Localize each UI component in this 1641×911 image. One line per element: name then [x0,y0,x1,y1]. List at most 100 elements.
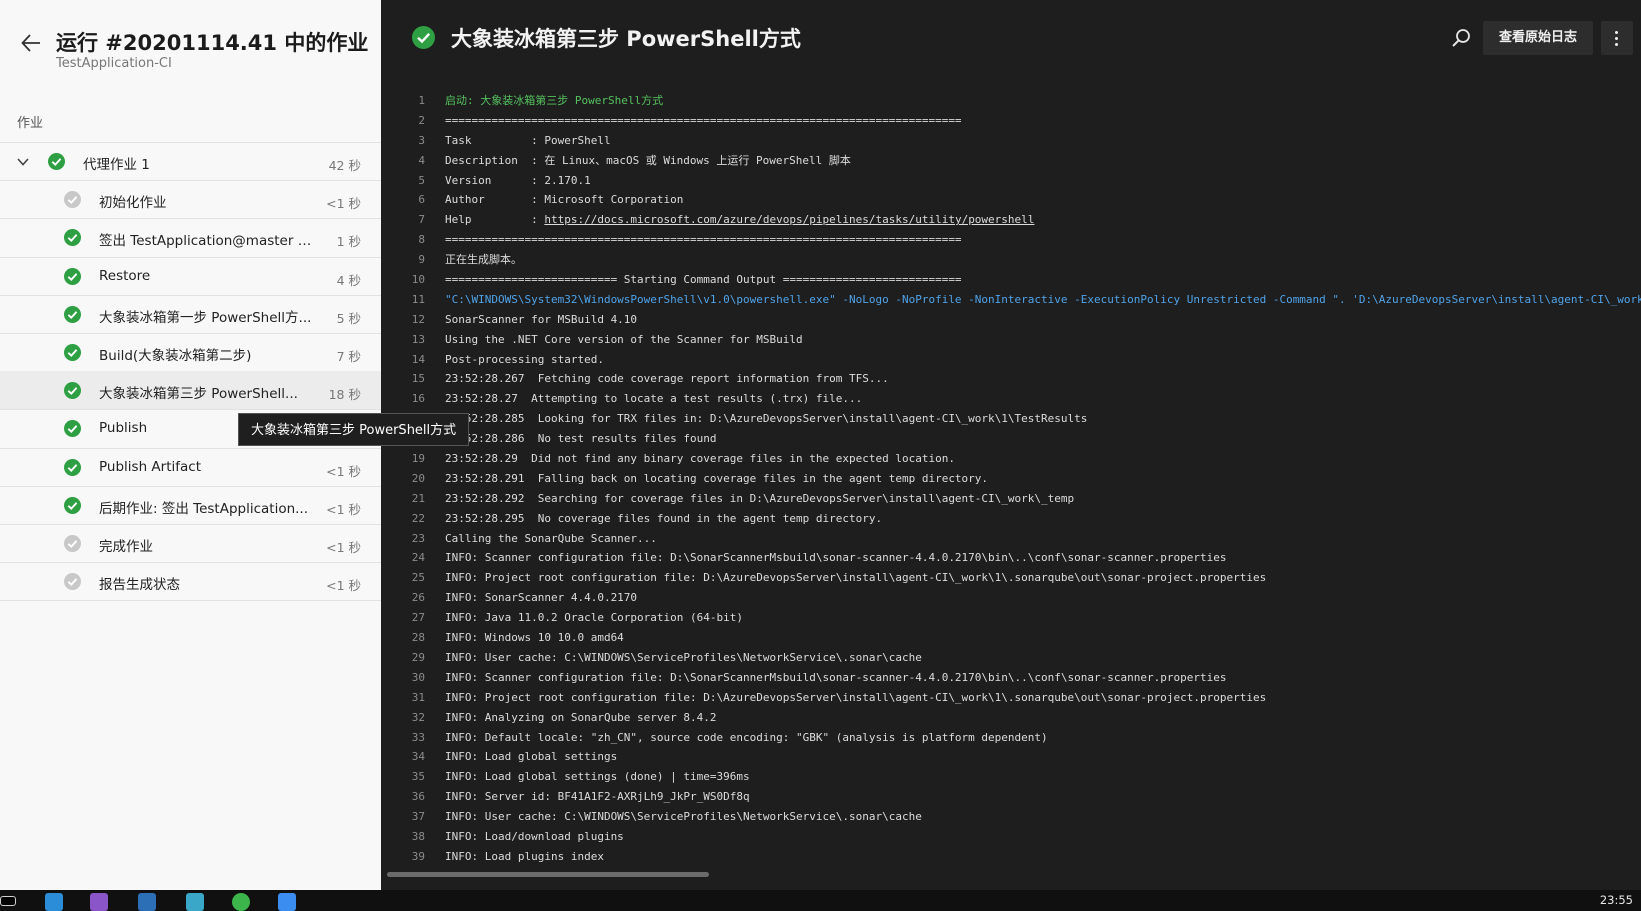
log-text: ========================================… [445,230,962,250]
line-number: 15 [411,372,425,386]
log-text-content: 23:52:28.285 Looking for TRX files in: D… [445,412,1088,426]
job-duration: <1 秒 [326,501,361,517]
log-line: 39 INFO: Load plugins index [381,847,1641,867]
log-text: INFO: Java 11.0.2 Oracle Corporation (64… [445,608,743,628]
success-check-icon [64,305,81,323]
line-number: 28 [411,631,425,645]
log-line: 31 INFO: Project root configuration file:… [381,688,1641,708]
log-text: 23:52:28.285 Looking for TRX files in: D… [445,409,1087,429]
log-text-content: ========================================… [445,113,962,127]
job-name: Restore [99,267,151,284]
log-text-content: 23:52:28.29 Did not find any binary cove… [445,452,955,466]
log-title: 大象装冰箱第三步 PowerShell方式 [451,27,801,51]
job-duration: 18 秒 [328,387,361,403]
log-text: Using the .NET Core version of the Scann… [445,330,803,350]
line-number: 39 [411,849,425,863]
back-arrow-icon[interactable] [20,32,42,54]
view-raw-log-button[interactable]: 查看原始日志 [1483,21,1593,55]
job-step-row[interactable]: 签出 TestApplication@master 至 s 1 秒 [0,218,381,256]
job-step-row[interactable]: Restore 4 秒 [0,257,381,295]
job-duration: 7 秒 [336,349,361,364]
line-number: 22 [411,511,425,525]
log-text: INFO: Project root configuration file: D… [445,688,1266,708]
powershell-icon[interactable] [138,893,156,911]
success-check-icon [64,496,81,514]
log-text-content: Author : Microsoft Corporation [445,193,684,207]
log-text-content: 23:52:28.286 No test results files found [445,432,717,446]
terminal-icon[interactable] [0,896,16,906]
job-step-row[interactable]: 完成作业 <1 秒 [0,524,381,562]
vscode-icon[interactable] [45,893,63,911]
page-title: 运行 #20201114.41 中的作业 [56,31,369,55]
chevron-down-icon[interactable] [16,156,30,168]
scrollbar-thumb[interactable] [387,872,709,877]
visual-studio-icon[interactable] [90,893,108,911]
line-number: 24 [411,551,425,565]
horizontal-scrollbar[interactable] [381,870,1641,880]
line-number: 29 [411,650,425,664]
search-icon[interactable] [1450,28,1472,50]
success-check-icon [64,344,81,361]
job-duration: 4 秒 [336,272,361,288]
line-number: 3 [418,133,425,147]
line-number: 4 [418,153,425,167]
log-text: INFO: Analyzing on SonarQube server 8.4.… [445,708,717,728]
job-step-row[interactable]: 大象装冰箱第三步 PowerShell... 18 秒 [0,371,381,410]
log-line: 10 ========================== Starting Co… [381,270,1641,290]
log-output: 1 启动: 大象装冰箱第三步 PowerShell方式 2 =============… [381,91,1641,867]
job-step-row[interactable]: 报告生成状态 <1 秒 [0,562,381,600]
log-line: 30 INFO: Scanner configuration file: D:\S… [381,668,1641,688]
job-name: Publish Artifact [99,458,201,475]
job-group-row[interactable]: 代理作业 1 42 秒 [0,142,381,180]
line-number: 13 [411,332,425,346]
log-text: 23:52:28.27 Attempting to locate a test … [445,389,862,409]
taskbar-clock: 23:55 [1599,893,1633,907]
log-line: 29 INFO: User cache: C:\WINDOWS\ServicePr… [381,648,1641,668]
line-number: 25 [411,571,425,585]
line-number: 14 [411,352,425,366]
log-line: 38 INFO: Load/download plugins [381,827,1641,847]
log-line: 21 23:52:28.292 Searching for coverage fi… [381,489,1641,509]
sql-icon[interactable] [186,893,204,911]
log-text-content: INFO: Java 11.0.2 Oracle Corporation (64… [445,611,744,625]
help-link[interactable]: https://docs.microsoft.com/azure/devops/… [544,213,1034,226]
job-step-row[interactable]: 初始化作业 <1 秒 [0,180,381,218]
line-number: 21 [411,491,425,505]
log-line: 8 =======================================… [381,230,1641,250]
log-text: INFO: Default locale: "zh_CN", source co… [445,728,1048,748]
success-check-icon [64,229,81,247]
skipped-check-icon [64,191,81,209]
log-text-content: Post-processing started. [445,352,604,366]
job-step-row[interactable]: Publish Artifact <1 秒 [0,448,381,486]
line-number: 12 [411,312,425,326]
log-text: INFO: Scanner configuration file: D:\Son… [445,668,1226,688]
dot-icon [1615,37,1618,40]
job-name: 初始化作业 [99,195,167,212]
app-icon[interactable] [278,893,296,911]
job-step-row[interactable]: 后期作业: 签出 TestApplication... <1 秒 [0,486,381,524]
log-line: 20 23:52:28.291 Falling back on locating … [381,469,1641,489]
job-duration: 42 秒 [328,158,361,173]
log-text: 23:52:28.291 Falling back on locating co… [445,469,988,489]
success-check-icon [412,26,435,49]
job-name: 报告生成状态 [99,577,180,594]
job-step-row[interactable]: Build(大象装冰箱第二步) 7 秒 [0,333,381,371]
log-text-content: Task : PowerShell [445,133,611,147]
log-line: 28 INFO: Windows 10 10.0 amd64 [381,628,1641,648]
more-options-button[interactable] [1601,21,1633,55]
wechat-icon[interactable] [232,893,250,911]
job-step-row[interactable]: 大象装冰箱第一步 PowerShell方... 5 秒 [0,295,381,333]
log-text: Help : https://docs.microsoft.com/azure/… [445,210,1034,230]
log-line: 13 Using the .NET Core version of the Sca… [381,330,1641,350]
log-line: 26 INFO: SonarScanner 4.4.0.2170 [381,588,1641,608]
log-text-content: 正在生成脚本。 [445,253,522,267]
log-text: 启动: 大象装冰箱第三步 PowerShell方式 [445,91,663,111]
success-check-icon [64,267,81,285]
log-text-content: 23:52:28.295 No coverage files found in … [445,511,883,525]
log-text-content: Description : 在 Linux、macOS 或 Windows 上运… [445,153,851,167]
log-text-content: INFO: Scanner configuration file: D:\Son… [445,670,1227,684]
log-text-content: INFO: Analyzing on SonarQube server 8.4.… [445,710,717,724]
log-text-content: 23:52:28.27 Attempting to locate a test … [445,392,863,406]
success-check-icon [64,458,81,476]
log-text: INFO: User cache: C:\WINDOWS\ServiceProf… [445,807,922,827]
